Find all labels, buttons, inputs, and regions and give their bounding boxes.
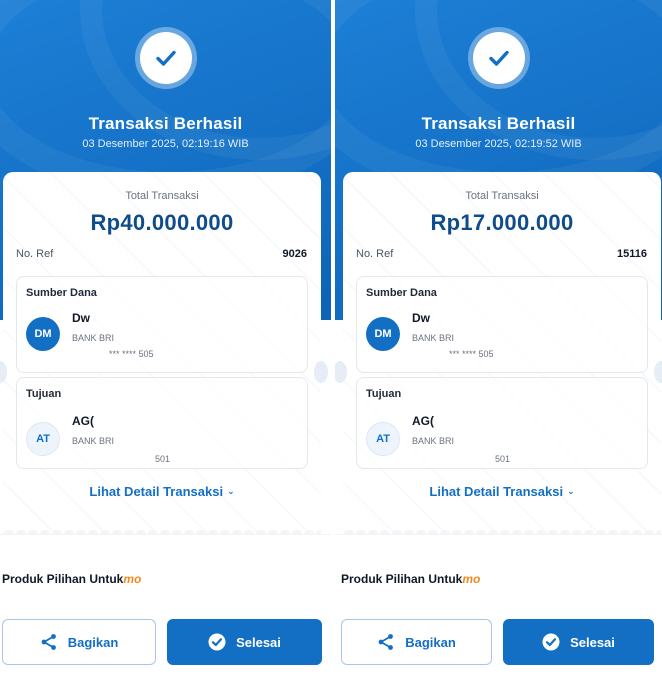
check-icon bbox=[488, 50, 509, 66]
destination-label: Tujuan bbox=[366, 388, 402, 400]
total-amount: Rp40.000.000 bbox=[90, 210, 234, 235]
source-account-box: Sumber Dana DM Dw BANK BRI *** **** 505 bbox=[356, 276, 648, 373]
success-badge-inner bbox=[472, 32, 525, 84]
done-button-label: Selesai bbox=[570, 634, 615, 650]
share-button-label: Bagikan bbox=[405, 634, 456, 650]
share-icon bbox=[40, 633, 58, 651]
section-divider bbox=[0, 534, 331, 552]
receipt-panel-right: Transaksi Berhasil 03 Desember 2025, 02:… bbox=[331, 0, 662, 686]
source-name: Dw bbox=[72, 311, 90, 325]
source-label: Sumber Dana bbox=[26, 287, 97, 299]
source-label: Sumber Dana bbox=[366, 287, 437, 299]
share-button[interactable]: Bagikan bbox=[341, 619, 492, 665]
check-circle-icon bbox=[542, 633, 560, 651]
product-section-title: Produk Pilihan Untukmo bbox=[341, 572, 480, 586]
source-account-box: Sumber Dana DM Dw BANK BRI *** **** 505 bbox=[16, 276, 308, 373]
detail-link-label: Lihat Detail Transaksi bbox=[429, 484, 564, 499]
done-button[interactable]: Selesai bbox=[167, 619, 322, 665]
screenshot-root: Transaksi Berhasil 03 Desember 2025, 02:… bbox=[0, 0, 662, 686]
ref-value: 9026 bbox=[282, 248, 307, 260]
section-divider bbox=[335, 534, 662, 552]
receipt-card: Total Transaksi Rp40.000.000 No. Ref 902… bbox=[3, 172, 321, 534]
share-icon bbox=[377, 633, 395, 651]
ref-value: 15116 bbox=[617, 248, 647, 260]
success-badge bbox=[134, 27, 197, 89]
destination-avatar: AT bbox=[366, 422, 400, 456]
product-section-text: Produk Pilihan Untuk bbox=[2, 572, 124, 586]
transaction-status-title: Transaksi Berhasil bbox=[88, 114, 243, 133]
transaction-datetime: 03 Desember 2025, 02:19:16 WIB bbox=[82, 138, 249, 150]
share-button-label: Bagikan bbox=[67, 634, 119, 650]
destination-account-box: Tujuan AT AG( BANK BRI 501 bbox=[16, 377, 308, 469]
transaction-datetime: 03 Desember 2025, 02:19:52 WIB bbox=[415, 138, 582, 150]
destination-name: AG( bbox=[412, 414, 434, 428]
destination-account-number: 501 bbox=[495, 454, 511, 464]
done-button-label: Selesai bbox=[236, 634, 281, 650]
receipt-panel-left: Transaksi Berhasil 03 Desember 2025, 02:… bbox=[0, 0, 331, 686]
card-notch bbox=[654, 361, 662, 383]
destination-avatar: AT bbox=[26, 422, 60, 456]
destination-label: Tujuan bbox=[26, 388, 62, 400]
card-scallop-edge bbox=[343, 525, 661, 534]
source-bank: BANK BRI bbox=[72, 333, 115, 343]
source-avatar: DM bbox=[366, 317, 400, 351]
source-avatar: DM bbox=[26, 317, 60, 351]
destination-account-number: 501 bbox=[155, 454, 171, 464]
done-button[interactable]: Selesai bbox=[503, 619, 654, 665]
ref-row: No. Ref 9026 bbox=[16, 248, 307, 260]
source-account-number: *** **** 505 bbox=[109, 349, 154, 359]
destination-name: AG( bbox=[72, 414, 94, 428]
success-badge-inner bbox=[139, 32, 192, 84]
destination-account-box: Tujuan AT AG( BANK BRI 501 bbox=[356, 377, 648, 469]
card-notch bbox=[314, 361, 328, 383]
brand-mo-text: mo bbox=[462, 572, 481, 586]
ref-row: No. Ref 15116 bbox=[356, 248, 647, 260]
ref-label: No. Ref bbox=[356, 248, 394, 260]
total-label: Total Transaksi bbox=[125, 190, 199, 202]
success-badge bbox=[467, 27, 530, 89]
source-bank: BANK BRI bbox=[412, 333, 455, 343]
transaction-status-title: Transaksi Berhasil bbox=[421, 114, 576, 133]
destination-bank: BANK BRI bbox=[72, 436, 115, 446]
source-account-number: *** **** 505 bbox=[449, 349, 494, 359]
detail-link-label: Lihat Detail Transaksi bbox=[89, 484, 224, 499]
product-section-text: Produk Pilihan Untuk bbox=[341, 572, 463, 586]
card-notch bbox=[335, 361, 347, 383]
detail-transaction-link[interactable]: Lihat Detail Transaksi ⌄ bbox=[343, 484, 661, 499]
receipt-card: Total Transaksi Rp17.000.000 No. Ref 151… bbox=[343, 172, 661, 534]
chevron-down-icon: ⌄ bbox=[227, 486, 235, 496]
total-amount: Rp17.000.000 bbox=[430, 210, 574, 235]
chevron-down-icon: ⌄ bbox=[567, 486, 575, 496]
check-circle-icon bbox=[208, 633, 226, 651]
brand-mo-text: mo bbox=[123, 572, 142, 586]
share-button[interactable]: Bagikan bbox=[2, 619, 156, 665]
destination-bank: BANK BRI bbox=[412, 436, 455, 446]
total-label: Total Transaksi bbox=[465, 190, 539, 202]
check-icon bbox=[155, 50, 176, 66]
ref-label: No. Ref bbox=[16, 248, 54, 260]
product-section-title: Produk Pilihan Untukmo bbox=[2, 572, 141, 586]
detail-transaction-link[interactable]: Lihat Detail Transaksi ⌄ bbox=[3, 484, 321, 499]
card-scallop-edge bbox=[3, 525, 321, 534]
source-name: Dw bbox=[412, 311, 430, 325]
